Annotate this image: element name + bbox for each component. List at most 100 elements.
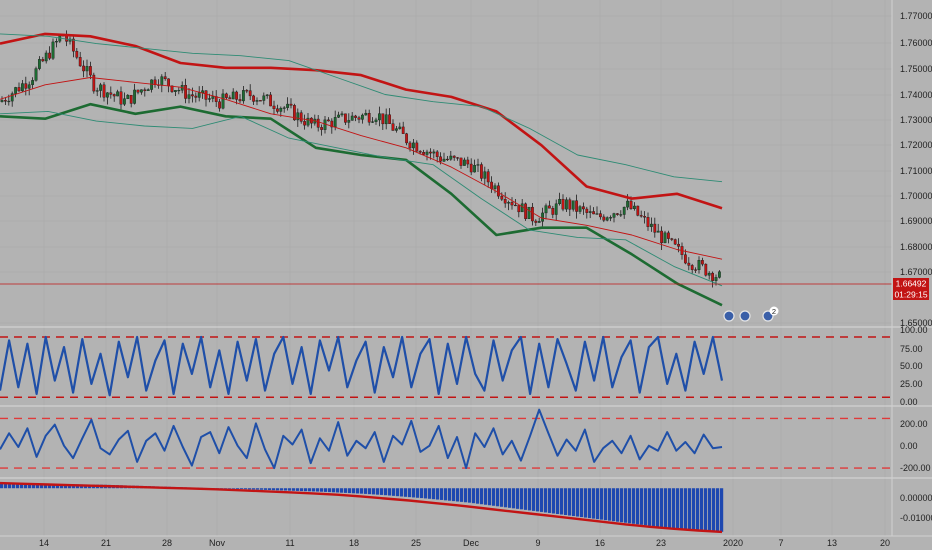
candle-body [408, 142, 412, 149]
macd-histogram-bar [248, 488, 252, 490]
macd-histogram-bar [372, 488, 376, 495]
bar-countdown: 01:29:15 [894, 290, 927, 300]
candle-body [289, 103, 293, 106]
macd-histogram-bar [708, 488, 712, 532]
candle-body [71, 38, 75, 52]
candle-body [639, 215, 643, 217]
candle-body [619, 214, 623, 216]
candle-body [677, 243, 681, 247]
macd-histogram-bar [312, 488, 316, 492]
candle-body [167, 78, 170, 87]
candle-body [636, 205, 640, 216]
osc2-tick-label: 0.00 [900, 441, 918, 451]
candle-body [88, 66, 92, 76]
candle-body [241, 90, 245, 102]
candle-body [473, 165, 476, 173]
candle-body [163, 76, 167, 80]
candle-body [398, 126, 402, 129]
event-count: 2 [772, 307, 776, 316]
candle-body [575, 200, 579, 212]
macd-histogram-bar [716, 488, 720, 532]
macd-histogram-bar [616, 488, 620, 522]
candle-body [711, 272, 715, 281]
macd-histogram-bar [640, 488, 644, 525]
candle-body [82, 65, 86, 72]
candle-body [129, 95, 133, 104]
candle-body [384, 114, 388, 125]
macd-histogram-bar [244, 488, 248, 490]
macd-histogram-bar [424, 488, 428, 499]
macd-histogram-bar [400, 488, 404, 497]
candle-body [701, 260, 704, 265]
candle-body [507, 202, 510, 204]
macd-histogram-bar [588, 488, 592, 519]
macd-histogram-bar [540, 488, 544, 512]
candle-body [14, 87, 17, 94]
macd-histogram-bar [388, 488, 392, 496]
macd-histogram-bar [284, 488, 288, 491]
candle-body [517, 205, 521, 213]
macd-tick-label: -0.01000 [900, 513, 932, 523]
candle-body [347, 120, 351, 123]
candle-body [415, 142, 419, 152]
time-tick-label: 16 [595, 538, 605, 548]
candle-body [320, 127, 323, 130]
macd-histogram-bar [516, 488, 520, 509]
candle-body [527, 206, 531, 219]
candle-body [544, 205, 548, 214]
candle-body [265, 94, 269, 97]
event-marker-icon[interactable] [739, 310, 751, 322]
candle-body [442, 158, 446, 162]
candle-body [500, 195, 504, 200]
price-tick-label: 1.75000 [900, 64, 932, 74]
candle-body [139, 89, 143, 93]
macd-histogram-bar [440, 488, 444, 500]
candle-body [374, 119, 378, 122]
time-tick-label: 2020 [723, 538, 743, 548]
macd-histogram-bar [368, 488, 372, 495]
candle-body [381, 113, 385, 125]
candle-body [364, 112, 368, 116]
macd-histogram-bar [464, 488, 468, 503]
candle-body [119, 91, 123, 105]
candle-body [401, 126, 405, 134]
price-tick-label: 1.72000 [900, 140, 932, 150]
candle-body [109, 92, 113, 95]
candle-body [602, 216, 606, 221]
macd-histogram-bar [688, 488, 692, 530]
macd-histogram-bar [692, 488, 696, 531]
candle-body [643, 216, 647, 218]
candle-body [578, 206, 582, 212]
macd-histogram-bar [496, 488, 500, 507]
candle-body [204, 90, 208, 100]
candle-body [480, 164, 483, 179]
macd-histogram-bar [636, 488, 640, 525]
macd-histogram-bar [436, 488, 440, 500]
macd-histogram-bar [612, 488, 616, 522]
time-tick-label: 14 [39, 538, 49, 548]
candle-body [697, 260, 701, 271]
candle-body [391, 123, 395, 131]
candle-body [333, 117, 337, 128]
candle-body [510, 202, 514, 206]
candle-body [561, 198, 565, 210]
trading-chart[interactable]: 2 1.77000 1.76000 1.75000 1.74000 1.73000 1.7… [0, 0, 932, 550]
candle-body [276, 108, 279, 112]
candle-body [612, 213, 616, 218]
macd-histogram-bar [360, 488, 364, 494]
candle-body [269, 94, 272, 107]
candle-body [7, 100, 11, 103]
macd-histogram-bar [696, 488, 700, 531]
candle-body [367, 112, 371, 123]
candle-body [456, 157, 459, 159]
candle-body [554, 203, 558, 215]
candle-body [469, 163, 473, 173]
time-tick-label: 9 [535, 538, 540, 548]
price-tick-label: 1.76000 [900, 38, 932, 48]
macd-histogram-bar [324, 488, 328, 492]
macd-histogram-bar [348, 488, 352, 494]
candle-body [218, 101, 221, 109]
event-marker-icon[interactable] [723, 310, 735, 322]
candle-body [418, 150, 422, 153]
candle-body [582, 206, 585, 210]
